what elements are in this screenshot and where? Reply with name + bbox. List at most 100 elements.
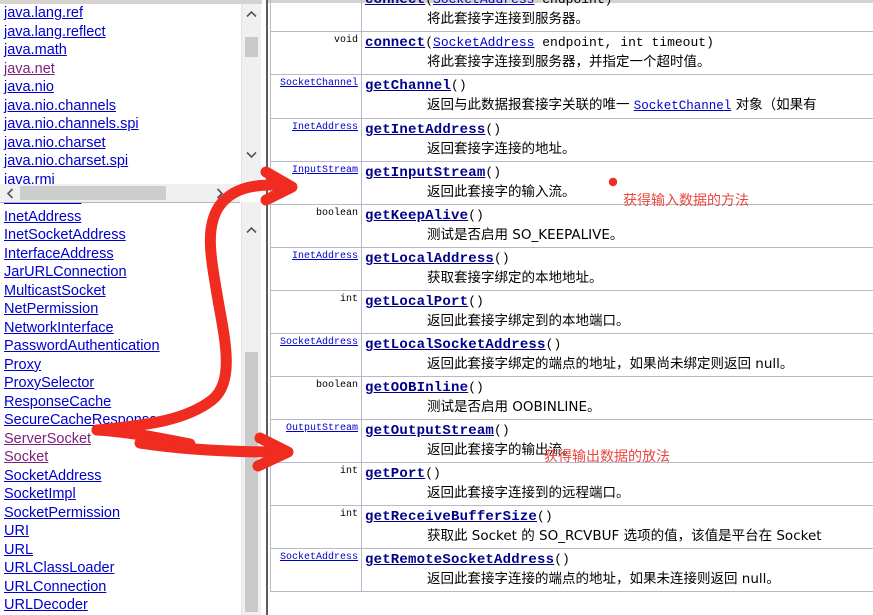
return-type-link[interactable]: OutputStream bbox=[286, 423, 358, 434]
class-link-16[interactable]: SocketImpl bbox=[2, 485, 239, 504]
return-type-link[interactable]: SocketChannel bbox=[280, 78, 358, 89]
class-link-8[interactable]: PasswordAuthentication bbox=[2, 337, 239, 356]
class-link-5[interactable]: MulticastSocket bbox=[2, 282, 239, 301]
param-type-link[interactable]: SocketAddress bbox=[433, 0, 534, 7]
package-link-7[interactable]: java.nio.charset bbox=[2, 134, 239, 153]
chevron-up-icon[interactable] bbox=[242, 4, 261, 23]
class-link-11[interactable]: ResponseCache bbox=[2, 393, 239, 412]
method-return-type[interactable]: SocketAddress bbox=[270, 333, 362, 377]
method-name-link[interactable]: getPort bbox=[365, 466, 425, 482]
method-name-link[interactable]: getKeepAlive bbox=[365, 208, 468, 224]
method-params: () bbox=[468, 294, 484, 309]
method-return-type[interactable]: InputStream bbox=[270, 161, 362, 205]
chevron-left-icon[interactable] bbox=[0, 184, 20, 202]
method-return-type[interactable]: InetAddress bbox=[270, 247, 362, 291]
chevron-right-icon[interactable] bbox=[210, 184, 230, 202]
method-name-link[interactable]: getLocalPort bbox=[365, 294, 468, 310]
method-return-type[interactable]: OutputStream bbox=[270, 419, 362, 463]
class-link-10[interactable]: ProxySelector bbox=[2, 374, 239, 393]
package-link-2[interactable]: java.math bbox=[2, 41, 239, 60]
method-row: voidconnect(SocketAddress endpoint) 将此套接字… bbox=[270, 0, 873, 32]
method-name-link[interactable]: getLocalAddress bbox=[365, 251, 494, 267]
method-params: () bbox=[494, 251, 510, 266]
method-return-type: int bbox=[270, 462, 362, 506]
method-signature-cell: getKeepAlive() 测试是否启用 SO_KEEPALIVE。 bbox=[361, 204, 873, 248]
package-list-scroll-thumb[interactable] bbox=[245, 37, 258, 57]
package-link-1[interactable]: java.lang.reflect bbox=[2, 23, 239, 42]
package-link-8[interactable]: java.nio.charset.spi bbox=[2, 152, 239, 171]
method-name-link[interactable]: getOutputStream bbox=[365, 423, 494, 439]
method-params: () bbox=[554, 552, 570, 567]
method-return-type: void bbox=[270, 0, 362, 32]
method-row: void connect(SocketAddress endpoint, int … bbox=[270, 31, 873, 75]
method-name-link[interactable]: getRemoteSocketAddress bbox=[365, 552, 554, 568]
class-link-2[interactable]: InetSocketAddress bbox=[2, 226, 239, 245]
package-link-9[interactable]: java.rmi bbox=[2, 171, 239, 185]
class-link-15[interactable]: SocketAddress bbox=[2, 467, 239, 486]
method-params: () bbox=[494, 423, 510, 438]
chevron-down-icon[interactable] bbox=[242, 145, 261, 164]
package-list[interactable]: java.lang.ref java.lang.reflect java.math j… bbox=[2, 4, 239, 184]
method-name-link[interactable]: connect bbox=[365, 35, 425, 51]
return-type-link[interactable]: SocketAddress bbox=[280, 552, 358, 563]
method-return-type[interactable]: SocketChannel bbox=[270, 74, 362, 119]
method-params: () bbox=[468, 208, 484, 223]
horizontal-scroll-thumb[interactable] bbox=[20, 186, 166, 200]
class-link-18[interactable]: URI bbox=[2, 522, 239, 541]
method-name-link[interactable]: getReceiveBufferSize bbox=[365, 509, 537, 525]
class-link-1[interactable]: InetAddress bbox=[2, 208, 239, 227]
class-link-3[interactable]: InterfaceAddress bbox=[2, 245, 239, 264]
method-name-link[interactable]: getInetAddress bbox=[365, 122, 485, 138]
package-link-4[interactable]: java.nio bbox=[2, 78, 239, 97]
class-link-19[interactable]: URL bbox=[2, 541, 239, 560]
class-link-21[interactable]: URLConnection bbox=[2, 578, 239, 597]
class-link-22[interactable]: URLDecoder bbox=[2, 596, 239, 615]
return-type-link[interactable]: InetAddress bbox=[292, 251, 358, 262]
class-link-9[interactable]: Proxy bbox=[2, 356, 239, 375]
package-link-6[interactable]: java.nio.channels.spi bbox=[2, 115, 239, 134]
method-params: (SocketAddress endpoint, int timeout) bbox=[425, 35, 714, 50]
class-list-scroll-thumb[interactable] bbox=[245, 352, 258, 612]
class-list-vertical-scrollbar[interactable] bbox=[241, 202, 261, 615]
return-type-link[interactable]: InetAddress bbox=[292, 122, 358, 133]
return-type-link[interactable]: InputStream bbox=[292, 165, 358, 176]
chevron-up-icon[interactable] bbox=[242, 220, 261, 239]
class-list[interactable]: InetAddressInetAddressInetSocketAddressI… bbox=[2, 202, 239, 615]
description-type-link[interactable]: SocketChannel bbox=[634, 99, 732, 113]
method-description: 获取此 Socket 的 SO_RCVBUF 选项的值，该值是平台在 Socke… bbox=[427, 528, 822, 544]
method-name-link[interactable]: getOOBInline bbox=[365, 380, 468, 396]
package-list-frame: java.lang.ref java.lang.reflect java.math j… bbox=[0, 0, 262, 184]
method-return-type: boolean bbox=[270, 204, 362, 248]
method-row: int getLocalPort() 返回此套接字绑定到的本地端口。 bbox=[270, 290, 873, 334]
param-type-link[interactable]: SocketAddress bbox=[433, 35, 534, 50]
method-params: (SocketAddress endpoint) bbox=[425, 0, 612, 7]
class-link-17[interactable]: SocketPermission bbox=[2, 504, 239, 523]
package-link-0[interactable]: java.lang.ref bbox=[2, 4, 239, 23]
class-link-20[interactable]: URLClassLoader bbox=[2, 559, 239, 578]
return-type-link[interactable]: SocketAddress bbox=[280, 337, 358, 348]
method-signature-cell: getLocalSocketAddress() 返回此套接字绑定的端点的地址，如果… bbox=[361, 333, 873, 377]
class-link-7[interactable]: NetworkInterface bbox=[2, 319, 239, 338]
class-link-13[interactable]: ServerSocket bbox=[2, 430, 239, 449]
method-description: 将此套接字连接到服务器。 bbox=[427, 11, 589, 27]
class-link-6[interactable]: NetPermission bbox=[2, 300, 239, 319]
method-row: InetAddress getInetAddress() 返回套接字连接的地址。 bbox=[270, 118, 873, 162]
method-name-link[interactable]: getInputStream bbox=[365, 165, 485, 181]
method-name-link[interactable]: connect bbox=[365, 0, 425, 8]
method-name-link[interactable]: getLocalSocketAddress bbox=[365, 337, 546, 353]
method-return-type[interactable]: SocketAddress bbox=[270, 548, 362, 592]
class-link-12[interactable]: SecureCacheResponse bbox=[2, 411, 239, 430]
package-link-5[interactable]: java.nio.channels bbox=[2, 97, 239, 116]
class-link-14[interactable]: Socket bbox=[2, 448, 239, 467]
class-link-4[interactable]: JarURLConnection bbox=[2, 263, 239, 282]
method-name-link[interactable]: getChannel bbox=[365, 78, 451, 94]
method-description: 返回此套接字绑定的端点的地址，如果尚未绑定则返回 null。 bbox=[427, 356, 794, 372]
method-description: 返回此套接字连接的端点的地址，如果未连接则返回 null。 bbox=[427, 571, 780, 587]
method-return-type[interactable]: InetAddress bbox=[270, 118, 362, 162]
method-params: () bbox=[485, 165, 502, 180]
package-list-vertical-scrollbar[interactable] bbox=[241, 4, 261, 184]
method-params: () bbox=[451, 78, 467, 93]
package-link-3[interactable]: java.net bbox=[2, 60, 239, 79]
package-list-horizontal-scrollbar[interactable] bbox=[0, 184, 240, 202]
method-signature-cell: getInputStream() 返回此套接字的输入流。 bbox=[361, 161, 873, 205]
